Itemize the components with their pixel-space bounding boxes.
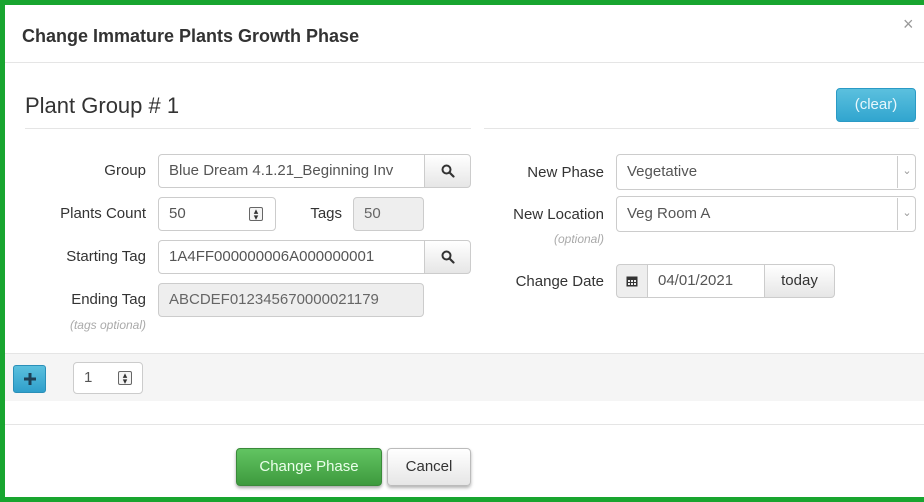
- starting-tag-search-button[interactable]: [424, 240, 471, 274]
- change-date-input[interactable]: 04/01/2021: [647, 264, 765, 298]
- group-search-button[interactable]: [424, 154, 471, 188]
- plus-icon: [24, 373, 36, 385]
- calendar-button[interactable]: [616, 264, 648, 298]
- ending-tag-label: Ending Tag: [71, 291, 146, 308]
- search-icon: [441, 164, 455, 178]
- ending-tag-input: ABCDEF012345670000021179: [158, 283, 424, 317]
- starting-tag-input[interactable]: 1A4FF000000006A000000001: [158, 240, 425, 274]
- close-icon[interactable]: ×: [903, 14, 914, 35]
- calendar-icon: [626, 276, 638, 287]
- new-location-select[interactable]: Veg Room A: [616, 196, 916, 232]
- starting-tag-label: Starting Tag: [66, 248, 146, 265]
- cancel-button[interactable]: Cancel: [387, 448, 471, 486]
- tags-input: 50: [353, 197, 424, 231]
- tags-label: Tags: [310, 205, 342, 222]
- change-date-label: Change Date: [515, 273, 604, 290]
- new-phase-select[interactable]: Vegetative: [616, 154, 916, 190]
- footer-divider: [5, 424, 924, 425]
- change-phase-button[interactable]: Change Phase: [236, 448, 382, 486]
- chevron-down-icon[interactable]: ⌄: [897, 198, 916, 230]
- spinner-icon[interactable]: ▴ ▾: [249, 207, 263, 222]
- group-count-input[interactable]: 1: [73, 362, 143, 394]
- spinner-icon[interactable]: ▴ ▾: [118, 371, 132, 386]
- tags-optional-note: (tags optional): [69, 318, 146, 332]
- search-icon: [441, 250, 455, 264]
- plants-count-label: Plants Count: [60, 205, 146, 222]
- today-button[interactable]: today: [764, 264, 835, 298]
- dialog-title: Change Immature Plants Growth Phase: [22, 26, 360, 46]
- new-phase-label: New Phase: [527, 164, 604, 181]
- divider: [484, 128, 919, 129]
- chevron-down-icon[interactable]: ⌄: [897, 156, 916, 188]
- group-input[interactable]: Blue Dream 4.1.21_Beginning Inv: [158, 154, 425, 188]
- group-label: Group: [104, 162, 146, 179]
- plant-group-title: Plant Group # 1: [25, 93, 180, 118]
- location-optional-note: (optional): [553, 232, 604, 246]
- new-location-label: New Location: [513, 206, 604, 223]
- dialog-header: Change Immature Plants Growth Phase: [5, 8, 924, 63]
- add-group-button[interactable]: [13, 365, 46, 393]
- divider: [25, 128, 471, 129]
- clear-button[interactable]: (clear): [836, 88, 916, 122]
